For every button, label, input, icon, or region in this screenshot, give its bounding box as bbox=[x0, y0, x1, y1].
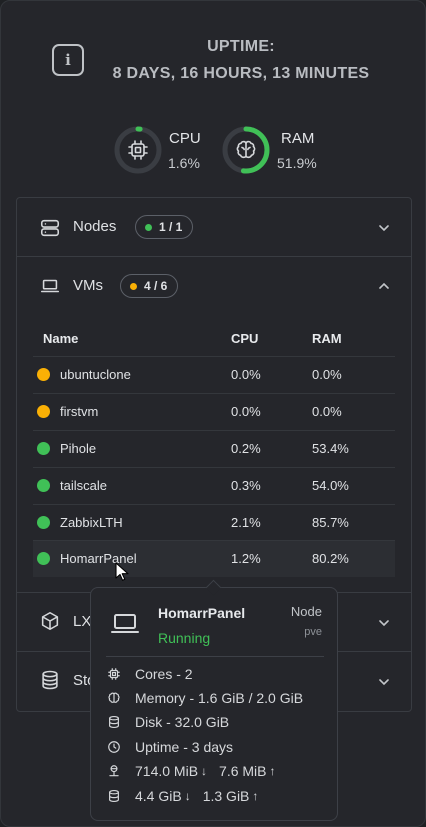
vm-row[interactable]: Pihole 0.2% 53.4% bbox=[33, 430, 395, 467]
clock-icon bbox=[108, 741, 120, 753]
cube-icon bbox=[41, 611, 59, 631]
vms-badge-text: 4 / 6 bbox=[144, 279, 168, 293]
tooltip-disk-read: 4.4 GiB bbox=[135, 788, 182, 804]
vm-ram: 0.0% bbox=[312, 367, 342, 382]
arrow-up-icon: ↑ bbox=[252, 789, 259, 803]
chevron-down-icon bbox=[379, 620, 389, 627]
vm-name: tailscale bbox=[60, 478, 107, 493]
vm-details-tooltip: HomarrPanel Running Node pve Cores - 2 M… bbox=[90, 579, 338, 821]
vm-status-dot bbox=[37, 442, 50, 455]
ram-gauge bbox=[222, 126, 270, 174]
tooltip-net-out: 7.6 MiB bbox=[219, 763, 267, 779]
tooltip-uptime-text: Uptime - 3 days bbox=[135, 739, 234, 755]
arrow-up-icon: ↑ bbox=[269, 764, 276, 778]
tooltip-uptime: Uptime - 3 days bbox=[107, 737, 233, 757]
chevron-up-icon bbox=[379, 282, 389, 289]
nodes-status-dot bbox=[145, 223, 152, 231]
nodes-section-header[interactable]: Nodes 1 / 1 bbox=[17, 198, 411, 256]
tooltip-memory-text: Memory - 1.6 GiB / 2.0 GiB bbox=[135, 690, 304, 706]
tooltip-cores: Cores - 2 bbox=[107, 664, 193, 684]
vm-cpu: 2.1% bbox=[231, 515, 261, 530]
vms-status-dot bbox=[130, 282, 137, 290]
lxc-label: LX bbox=[73, 613, 92, 630]
vm-row[interactable]: tailscale 0.3% 54.0% bbox=[33, 467, 395, 504]
mouse-cursor-icon bbox=[115, 562, 129, 581]
cpu-chip-icon bbox=[128, 140, 148, 160]
vm-ram: 53.4% bbox=[312, 441, 349, 456]
arrow-down-icon: ↓ bbox=[184, 789, 191, 803]
laptop-icon bbox=[111, 614, 139, 633]
info-icon: i bbox=[52, 44, 84, 76]
uptime-value: 8 DAYS, 16 HOURS, 13 MINUTES bbox=[112, 65, 370, 82]
vm-cpu: 0.2% bbox=[231, 441, 261, 456]
vm-status-dot bbox=[37, 552, 50, 565]
vm-ram: 54.0% bbox=[312, 478, 349, 493]
vm-name: Pihole bbox=[60, 441, 97, 456]
ram-value: 51.9% bbox=[277, 155, 317, 171]
database-icon bbox=[109, 789, 119, 803]
cpu-label: CPU bbox=[169, 130, 201, 147]
vm-row[interactable]: firstvm 0.0% 0.0% bbox=[33, 393, 395, 430]
server-icon bbox=[40, 219, 60, 237]
cpu-chip-icon bbox=[108, 668, 120, 680]
system-health-widget: i UPTIME: 8 DAYS, 16 HOURS, 13 MINUTES C… bbox=[0, 0, 426, 827]
vm-cpu: 0.0% bbox=[231, 404, 261, 419]
tooltip-disk-write: 1.3 GiB bbox=[202, 788, 250, 804]
vm-status-dot bbox=[37, 368, 50, 381]
tooltip-net-in: 714.0 MiB bbox=[135, 763, 199, 779]
vm-cpu: 1.2% bbox=[231, 551, 261, 566]
tooltip-disk: Disk - 32.0 GiB bbox=[107, 712, 229, 732]
vm-ram: 80.2% bbox=[312, 551, 349, 566]
nodes-badge: 1 / 1 bbox=[135, 215, 194, 239]
database-icon bbox=[109, 715, 119, 729]
brain-icon bbox=[236, 140, 256, 159]
tooltip-disk-io: 4.4 GiB ↓ 1.3 GiB ↑ bbox=[107, 786, 258, 806]
tooltip-node-label: Node bbox=[290, 604, 322, 619]
nodes-label: Nodes bbox=[73, 218, 117, 235]
vm-cpu: 0.3% bbox=[231, 478, 261, 493]
tooltip-cores-text: Cores - 2 bbox=[135, 666, 193, 682]
database-icon bbox=[42, 670, 58, 690]
vm-row[interactable]: ubuntuclone 0.0% 0.0% bbox=[33, 356, 395, 393]
vms-label: VMs bbox=[73, 277, 103, 294]
chevron-down-icon bbox=[379, 225, 389, 232]
ram-label: RAM bbox=[281, 130, 315, 147]
tooltip-node-name: pve bbox=[304, 626, 322, 638]
tooltip-vm-name: HomarrPanel bbox=[158, 605, 246, 621]
chevron-down-icon bbox=[379, 679, 389, 686]
vm-row[interactable]: ZabbixLTH 2.1% 85.7% bbox=[33, 504, 395, 541]
vms-badge: 4 / 6 bbox=[120, 274, 179, 298]
col-header-ram[interactable]: RAM bbox=[312, 331, 342, 346]
vm-name: ZabbixLTH bbox=[60, 515, 123, 530]
tooltip-disk-text: Disk - 32.0 GiB bbox=[135, 714, 230, 730]
vm-name: firstvm bbox=[60, 404, 99, 419]
network-icon bbox=[109, 765, 119, 777]
vm-ram: 0.0% bbox=[312, 404, 342, 419]
col-header-cpu[interactable]: CPU bbox=[231, 331, 258, 346]
laptop-icon bbox=[40, 279, 60, 293]
cpu-gauge bbox=[114, 126, 162, 174]
tooltip-network: 714.0 MiB ↓ 7.6 MiB ↑ bbox=[107, 761, 276, 781]
vm-ram: 85.7% bbox=[312, 515, 349, 530]
cpu-value: 1.6% bbox=[168, 155, 200, 171]
vm-name: ubuntuclone bbox=[60, 367, 131, 382]
vm-status-dot bbox=[37, 479, 50, 492]
vm-cpu: 0.0% bbox=[231, 367, 261, 382]
vm-status-dot bbox=[37, 516, 50, 529]
col-header-name[interactable]: Name bbox=[43, 331, 78, 346]
tooltip-vm-status: Running bbox=[158, 630, 211, 646]
vm-status-dot bbox=[37, 405, 50, 418]
nodes-badge-text: 1 / 1 bbox=[159, 220, 183, 234]
uptime-label: UPTIME: bbox=[207, 38, 275, 55]
brain-icon bbox=[108, 692, 120, 703]
tooltip-memory: Memory - 1.6 GiB / 2.0 GiB bbox=[107, 688, 303, 708]
vm-row[interactable]: HomarrPanel 1.2% 80.2% bbox=[33, 540, 395, 577]
vms-section-header[interactable]: VMs 4 / 6 bbox=[17, 257, 411, 315]
arrow-down-icon: ↓ bbox=[201, 764, 208, 778]
